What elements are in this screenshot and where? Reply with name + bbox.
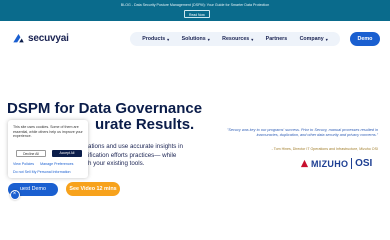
- nav-company-label: Company: [299, 36, 324, 42]
- header-demo-button[interactable]: Demo: [350, 32, 380, 46]
- cookie-text: This site uses cookies. Some of them are…: [13, 125, 83, 139]
- nav-products[interactable]: Products ▾: [142, 36, 169, 42]
- chevron-down-icon: ▾: [167, 36, 170, 42]
- nav-partners-label: Partners: [265, 36, 288, 42]
- nav-solutions-label: Solutions: [181, 36, 206, 42]
- hero-subtitle-line: ations and use accurate insights in: [88, 143, 183, 150]
- hero-subtitle: ations and use accurate insights in ific…: [88, 143, 198, 169]
- mizuho-osi-logo: MIZUHO OSI: [300, 158, 372, 169]
- cookie-consent-panel: This site uses cookies. Some of them are…: [8, 120, 88, 178]
- logo-wordmark: secuvyai: [28, 32, 69, 44]
- logo-divider: [351, 158, 353, 169]
- cookie-links: View Policies Manage Preferences: [13, 162, 78, 166]
- close-icon: ×: [12, 191, 17, 197]
- nav-solutions[interactable]: Solutions ▾: [182, 36, 210, 42]
- view-policies-link[interactable]: View Policies: [13, 162, 34, 166]
- main-nav: Products ▾ Solutions ▾ Resources ▾ Partn…: [130, 32, 340, 46]
- nav-resources-label: Resources: [222, 36, 250, 42]
- hero-subtitle-line: ification efforts practices— while: [88, 151, 177, 159]
- testimonial-quote: "Secuvy was key to our programs' success…: [227, 128, 378, 138]
- announcement-bar: BLOG - Data Security Posture Management …: [0, 0, 390, 21]
- mizuho-logo-icon: [300, 159, 309, 168]
- mizuho-logo-name: MIZUHO: [311, 158, 349, 169]
- decline-all-button[interactable]: Decline All: [16, 150, 46, 157]
- nav-resources[interactable]: Resources ▾: [222, 36, 253, 42]
- see-video-button[interactable]: See Video 12 mins: [66, 182, 120, 196]
- announcement-text[interactable]: BLOG - Data Security Posture Management …: [0, 3, 390, 7]
- hero-subtitle-line: h your existing tools.: [88, 160, 145, 168]
- chevron-down-icon: ▾: [251, 36, 254, 42]
- nav-products-label: Products: [142, 36, 166, 42]
- manage-preferences-link[interactable]: Manage Preferences: [40, 162, 73, 166]
- chevron-down-icon: ▾: [325, 36, 328, 42]
- testimonial-author: - Tom Hines, Director IT Operations and …: [271, 147, 378, 151]
- nav-partners[interactable]: Partners: [266, 36, 288, 42]
- do-not-sell-link[interactable]: Do not Sell My Personal Information: [13, 170, 71, 174]
- hero-title-line1: DSPM for Data Governance: [7, 100, 203, 117]
- secuvy-logo-icon: [13, 33, 24, 42]
- read-now-button[interactable]: Read Now: [184, 10, 210, 18]
- accept-all-button[interactable]: Accept All: [52, 150, 82, 157]
- site-header: secuvyai Products ▾ Solutions ▾ Resource…: [0, 21, 390, 56]
- secuvy-logo[interactable]: secuvyai: [12, 31, 69, 45]
- mizuho-logo-suffix: OSI: [355, 158, 373, 169]
- cookie-toggle-button[interactable]: ×: [10, 190, 20, 200]
- chevron-down-icon: ▾: [207, 36, 210, 42]
- nav-company[interactable]: Company ▾: [300, 36, 328, 42]
